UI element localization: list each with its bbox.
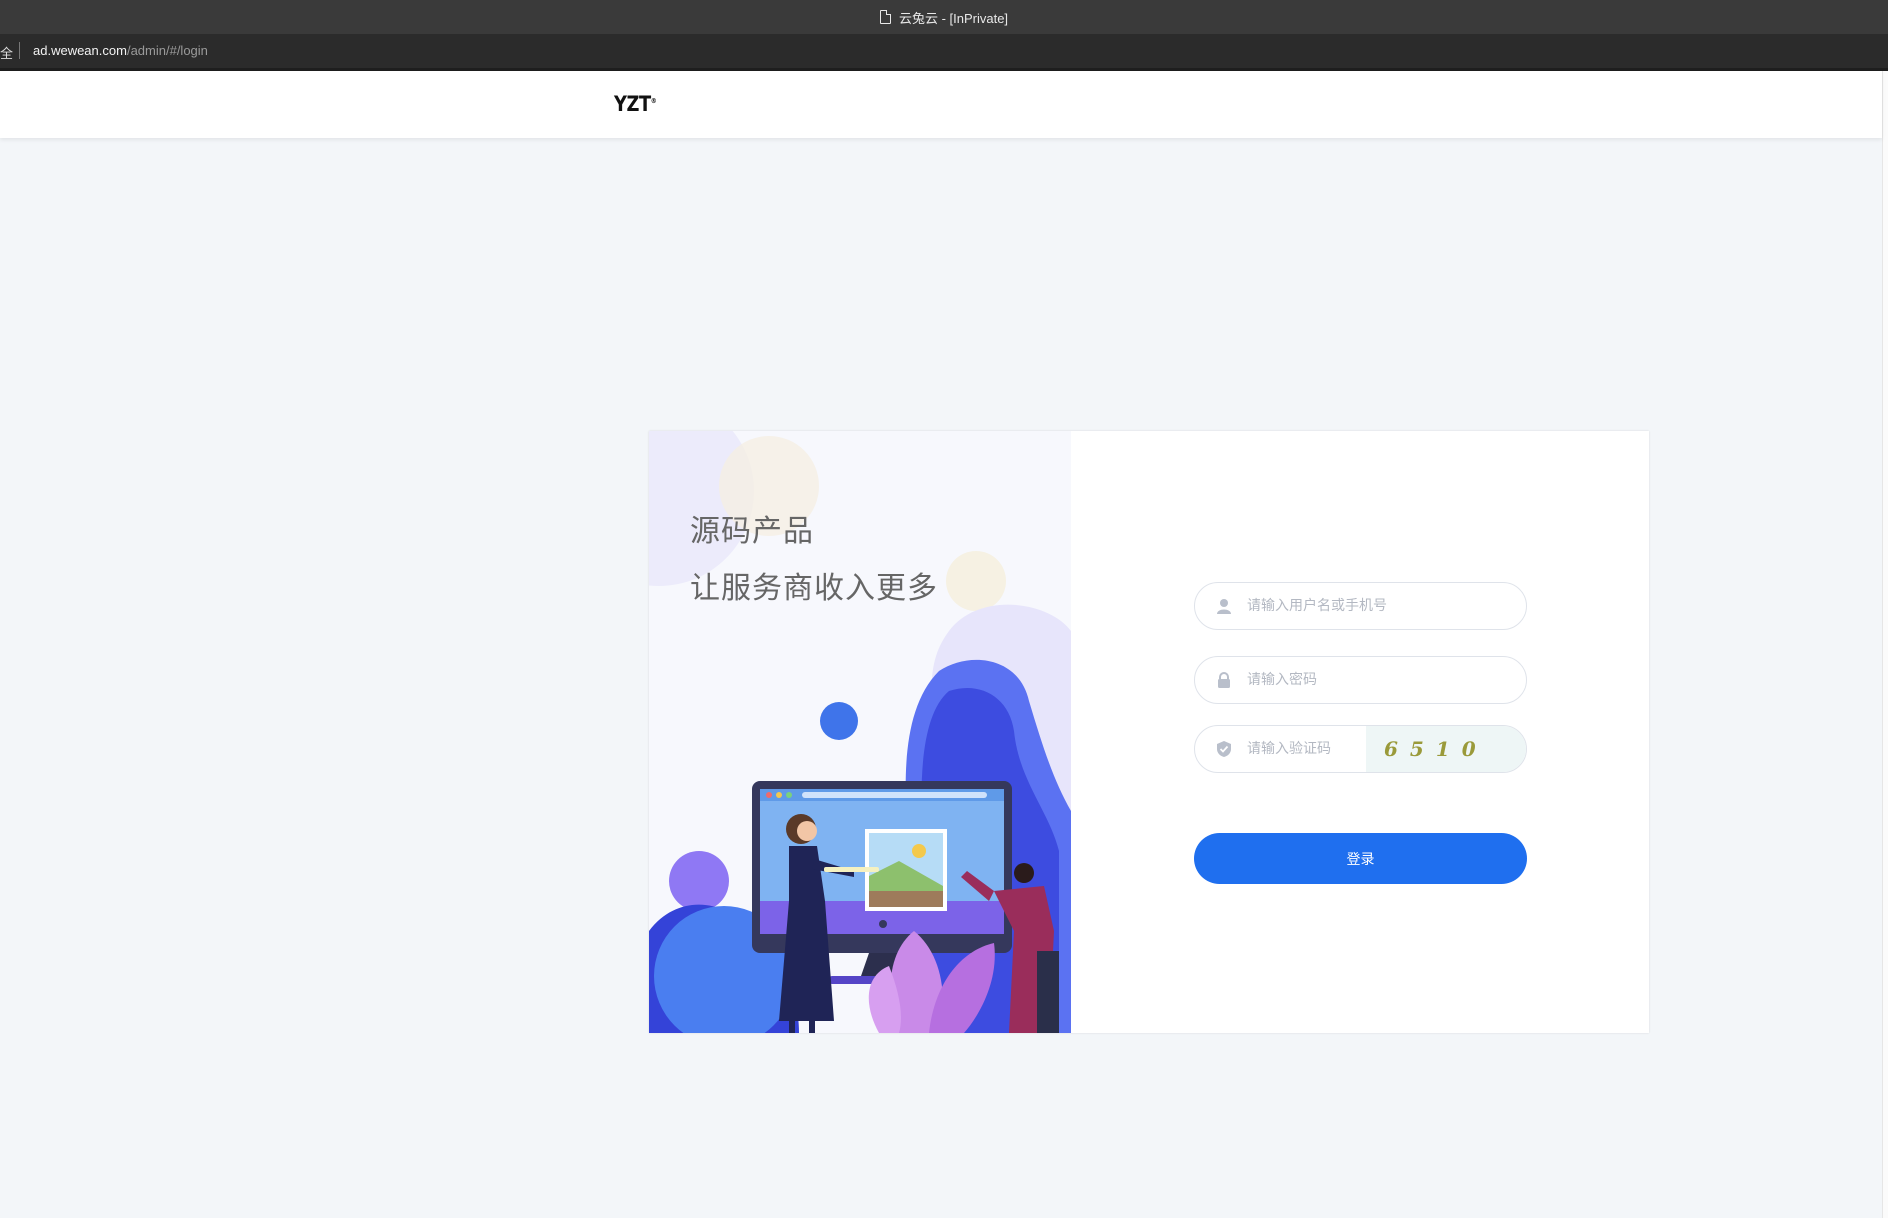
woman-face [797, 821, 817, 841]
security-indicator[interactable]: 全 [0, 43, 13, 62]
login-illustration-panel: 源码产品 让服务商收入更多 [649, 431, 1071, 1033]
captcha-field[interactable]: 6510 [1194, 725, 1527, 773]
site-logo[interactable]: YZT® [614, 92, 657, 116]
picture-sun [912, 844, 926, 858]
url-text[interactable]: ad.wewean.com/admin/#/login [33, 43, 208, 58]
scrollbar[interactable] [1882, 71, 1888, 1218]
logo-registered-mark: ® [650, 97, 657, 105]
login-form: 6510 登录 [1071, 431, 1649, 1033]
picture-ground [869, 891, 943, 907]
site-header: YZT® [0, 71, 1882, 138]
username-input[interactable] [1247, 583, 1477, 629]
floating-ball [820, 702, 858, 740]
monitor-button [879, 920, 887, 928]
username-field[interactable] [1194, 582, 1527, 630]
lock-icon [1218, 672, 1230, 688]
window-dot-yellow [776, 792, 782, 798]
url-host: ad.wewean.com [33, 43, 127, 58]
password-field[interactable] [1194, 656, 1527, 704]
browser-title-bar: 云兔云 - [InPrivate] [0, 0, 1888, 34]
captcha-text: 6510 [1384, 737, 1488, 761]
man-head [1014, 863, 1034, 883]
address-separator [19, 42, 20, 59]
slogan-line-1: 源码产品 [690, 514, 814, 549]
pointer-stick [824, 867, 879, 872]
url-path: /admin/#/login [126, 43, 208, 58]
window-title-text: 云兔云 - [InPrivate] [898, 10, 1009, 26]
captcha-graphic: 6510 [1384, 737, 1488, 761]
window-dot-red [766, 792, 772, 798]
password-input[interactable] [1247, 657, 1477, 703]
captcha-input[interactable] [1247, 726, 1367, 772]
login-button[interactable]: 登录 [1194, 833, 1527, 884]
bubble-purple [669, 851, 729, 911]
logo-text: YZT [614, 92, 651, 116]
shield-check-icon [1217, 741, 1231, 757]
window-dot-green [786, 792, 792, 798]
document-icon [879, 9, 892, 24]
woman-leg-left [789, 1019, 795, 1033]
captcha-image[interactable]: 6510 [1366, 726, 1526, 772]
man-legs [1037, 951, 1059, 1033]
login-card: 源码产品 让服务商收入更多 6510 [649, 431, 1649, 1033]
address-bar[interactable]: 全 ad.wewean.com/admin/#/login [0, 34, 1888, 68]
monitor-address-strip [802, 792, 987, 798]
slogan-line-2: 让服务商收入更多 [690, 571, 938, 606]
bg-circle-small-beige [946, 551, 1006, 611]
user-icon [1217, 599, 1231, 614]
window-title: 云兔云 - [InPrivate] [0, 0, 1888, 34]
woman-leg-right [809, 1019, 815, 1033]
